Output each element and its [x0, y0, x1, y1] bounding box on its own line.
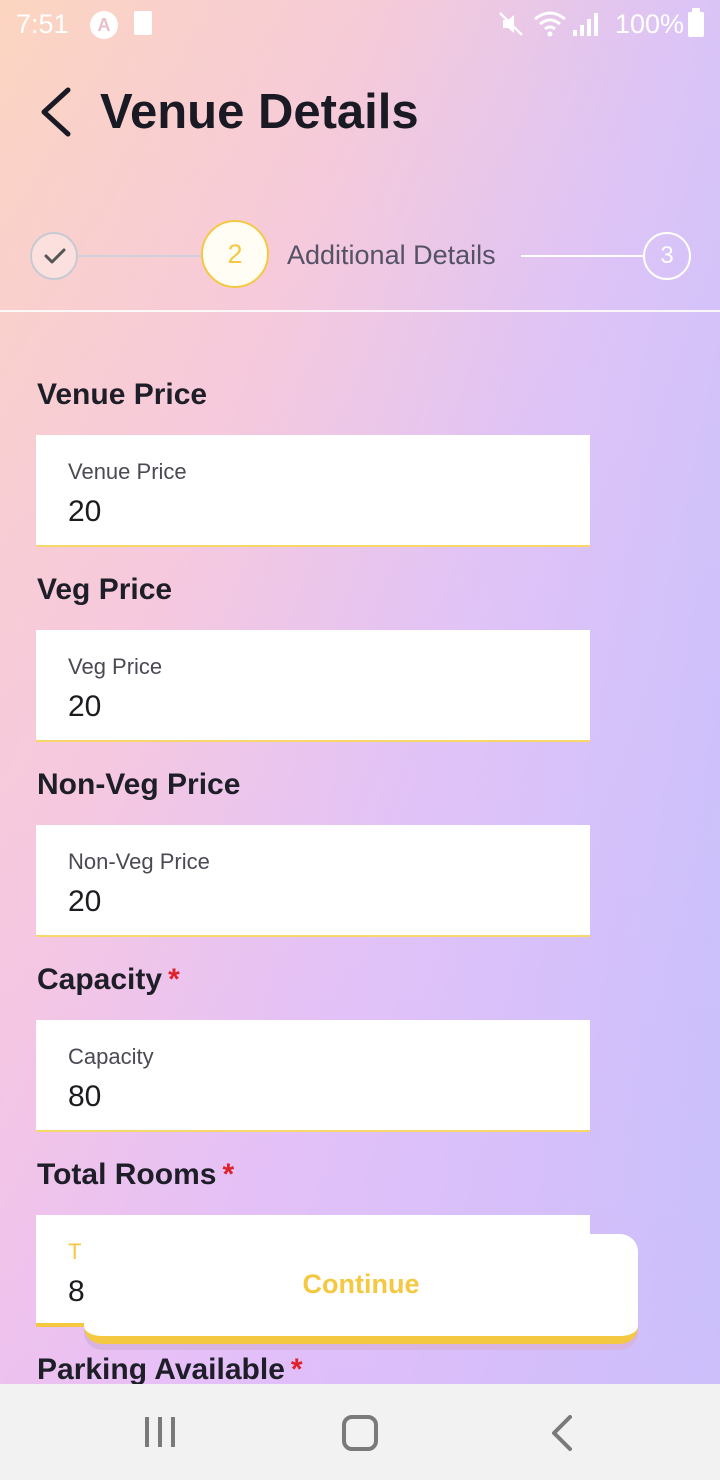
- capacity-label: Capacity *: [37, 963, 180, 996]
- field-value: 20: [68, 690, 102, 723]
- recent-apps-icon[interactable]: [143, 1415, 177, 1449]
- stepper: 2 Additional Details 3: [0, 220, 720, 292]
- check-icon: [44, 248, 66, 264]
- field-label: Capacity: [68, 1044, 154, 1069]
- non-veg-price-field[interactable]: Non-Veg Price 20: [36, 825, 590, 937]
- required-marker: *: [290, 1353, 303, 1386]
- signal-icon: [573, 13, 598, 36]
- field-value: 20: [68, 495, 102, 528]
- total-rooms-label: Total Rooms *: [37, 1158, 235, 1191]
- field-value: 8: [68, 1275, 85, 1308]
- field-value: 80: [68, 1080, 102, 1113]
- required-marker: *: [222, 1158, 235, 1191]
- mute-icon: [499, 12, 523, 36]
- field-label: Venue Price: [68, 459, 187, 484]
- back-icon[interactable]: [550, 1414, 574, 1452]
- home-icon[interactable]: [342, 1415, 378, 1451]
- field-label: Veg Price: [68, 654, 163, 679]
- non-veg-price-label: Non-Veg Price: [37, 768, 241, 801]
- required-marker: *: [168, 963, 180, 996]
- venue-price-field[interactable]: Venue Price 20: [36, 435, 590, 547]
- continue-button[interactable]: Continue: [84, 1234, 638, 1344]
- step-connector: [521, 255, 643, 257]
- field-value: 20: [68, 885, 102, 918]
- a-icon: A: [90, 11, 118, 39]
- divider: [0, 310, 720, 312]
- navigation-bar: [0, 1384, 720, 1480]
- step-current-label: Additional Details: [287, 240, 496, 270]
- status-bar: 7:51 A 100%: [0, 0, 720, 50]
- capacity-field[interactable]: Capacity 80: [36, 1020, 590, 1132]
- status-time: 7:51: [16, 9, 69, 39]
- page-title: Venue Details: [100, 85, 419, 139]
- parking-available-label: Parking Available *: [37, 1353, 303, 1386]
- document-icon: [134, 11, 152, 35]
- step-completed: [30, 232, 78, 280]
- venue-price-label: Venue Price: [37, 378, 208, 411]
- field-label: Non-Veg Price: [68, 849, 210, 874]
- step-next: 3: [643, 232, 691, 280]
- field-label: T: [68, 1239, 82, 1264]
- veg-price-field[interactable]: Veg Price 20: [36, 630, 590, 742]
- step-connector: [78, 255, 201, 257]
- wifi-icon: [534, 11, 566, 37]
- battery-icon: [688, 8, 704, 37]
- step-current: 2: [201, 220, 269, 288]
- veg-price-label: Veg Price: [37, 573, 173, 606]
- battery-percent: 100%: [615, 9, 685, 39]
- chevron-left-icon[interactable]: [36, 86, 76, 138]
